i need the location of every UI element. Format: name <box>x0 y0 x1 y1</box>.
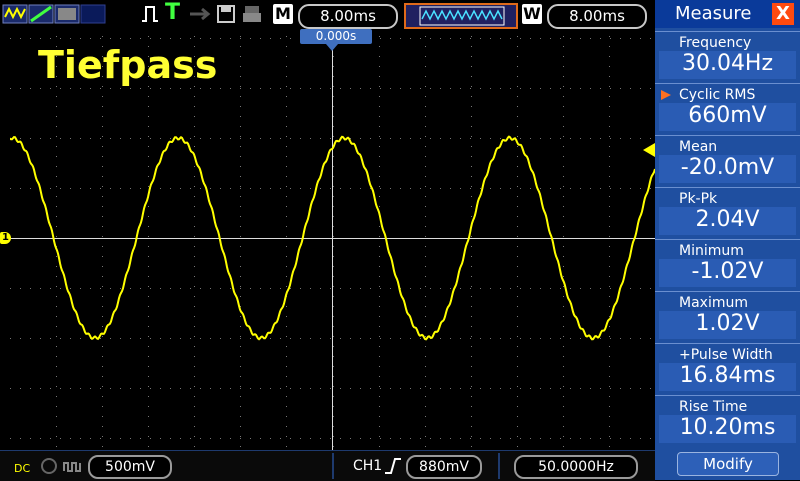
channel-1-marker-label: 1 <box>2 232 9 243</box>
modify-button[interactable]: Modify <box>677 452 779 476</box>
measure-label: Maximum <box>679 295 748 311</box>
trigger-source[interactable]: CH1 <box>353 457 382 475</box>
measure-panel: Measure X Frequency 30.04Hz Cyclic RMS 6… <box>655 0 800 480</box>
measure-label: Frequency <box>679 35 752 51</box>
measure-panel-header: Measure X <box>655 0 800 28</box>
measure-label: Rise Time <box>679 399 748 415</box>
pulse-icon <box>142 6 158 22</box>
memory-position-bar[interactable] <box>404 3 518 29</box>
measure-item-minimum[interactable]: Minimum -1.02V <box>655 239 800 291</box>
trigger-position-arrow-icon <box>326 44 338 51</box>
ground-coupling-icon <box>41 458 57 474</box>
measure-item-frequency[interactable]: Frequency 30.04Hz <box>655 31 800 83</box>
measure-panel-title: Measure <box>675 3 752 24</box>
measure-item-pk-pk[interactable]: Pk-Pk 2.04V <box>655 187 800 239</box>
measure-label: Mean <box>679 139 718 155</box>
measure-value: 2.04V <box>695 207 760 232</box>
usb-icon <box>190 7 211 21</box>
measure-value: 10.20ms <box>679 415 776 440</box>
measure-value: -20.0mV <box>680 155 775 180</box>
measure-item-pulse-width[interactable]: +Pulse Width 16.84ms <box>655 343 800 395</box>
coupling-label: DC <box>14 462 31 475</box>
rising-edge-icon <box>385 458 401 474</box>
trigger-level-value[interactable]: 880mV <box>406 455 482 479</box>
measure-value: 1.02V <box>695 311 760 336</box>
memory-waveform-icon <box>419 6 505 26</box>
measure-value: 16.84ms <box>679 363 776 388</box>
save-icon[interactable] <box>216 3 236 25</box>
divider <box>332 453 334 479</box>
measure-label: Pk-Pk <box>679 191 718 207</box>
screen-title: Tiefpass <box>38 43 218 87</box>
close-label: X <box>776 3 790 24</box>
main-timebase-label: M <box>273 4 293 24</box>
close-icon[interactable]: X <box>772 3 794 25</box>
measure-item-rise-time[interactable]: Rise Time 10.20ms <box>655 395 800 447</box>
waveform-display-icon[interactable] <box>2 3 106 25</box>
measure-item-mean[interactable]: Mean -20.0mV <box>655 135 800 187</box>
main-timebase-value[interactable]: 8.00ms <box>298 4 398 29</box>
measure-label: +Pulse Width <box>679 347 773 363</box>
measure-value: -1.02V <box>691 259 764 284</box>
window-timebase-label: W <box>522 4 542 24</box>
frequency-counter: 50.0000Hz <box>514 455 638 479</box>
divider <box>498 453 500 479</box>
measure-label: Cyclic RMS <box>660 87 756 103</box>
measure-label: Minimum <box>679 243 744 259</box>
graticule <box>10 36 655 450</box>
measure-value: 660mV <box>688 103 767 128</box>
bandwidth-limit-icon <box>63 462 81 472</box>
measure-item-maximum[interactable]: Maximum 1.02V <box>655 291 800 343</box>
bottom-status-bar: DC 500mV CH1 880mV 50.0000Hz <box>0 450 655 481</box>
print-icon[interactable] <box>242 3 264 25</box>
trigger-position-label: 0.000s <box>300 29 372 44</box>
measure-item-cyclic-rms[interactable]: Cyclic RMS 660mV <box>655 83 800 135</box>
trigger-status-icon: T <box>165 0 181 25</box>
waveform-display[interactable] <box>10 36 655 450</box>
top-toolbar: T M 8.00ms W 8.00ms <box>0 0 655 30</box>
ch1-scale[interactable]: 500mV <box>88 455 172 479</box>
trigger-level-marker-icon[interactable] <box>643 143 655 157</box>
measure-value: 30.04Hz <box>681 51 774 76</box>
window-timebase-value[interactable]: 8.00ms <box>547 4 647 29</box>
